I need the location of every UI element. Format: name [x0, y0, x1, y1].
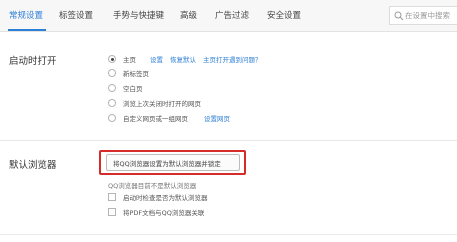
tab-ad-filter[interactable]: 广告过滤: [215, 9, 249, 21]
option-label: 新标签页: [123, 70, 149, 78]
option-label: 自定义网页或一组网页: [123, 115, 188, 123]
checkbox[interactable]: [108, 208, 116, 216]
settings-search-box[interactable]: [389, 6, 457, 25]
active-tab-indicator: [8, 29, 46, 31]
section-divider: [0, 140, 457, 141]
tab-advanced[interactable]: 高级: [180, 9, 197, 21]
radio-button[interactable]: [108, 84, 116, 92]
checkbox-label: 启动时检查是否为默认浏览器: [123, 194, 208, 202]
homepage-settings-link[interactable]: 设置: [150, 54, 163, 64]
settings-search-input[interactable]: [405, 9, 457, 22]
settings-tab-bar: 常规设置 标签设置 手势与快捷键 高级 广告过滤 安全设置: [0, 0, 457, 32]
search-icon: [394, 11, 404, 21]
checkbox-label: 将PDF文档与QQ浏览器关联: [123, 209, 205, 217]
radio-button[interactable]: [108, 69, 116, 77]
tab-general[interactable]: 常规设置: [9, 9, 43, 21]
option-label: 浏览上次关闭时打开的网页: [123, 100, 201, 108]
homepage-problem-link[interactable]: 主页打开遇到问题？: [203, 54, 262, 64]
startup-section-label: 启动时打开: [9, 56, 57, 67]
default-browser-status: QQ浏览器目前不是默认浏览器: [108, 182, 197, 190]
option-label: 主页: [123, 56, 136, 64]
radio-button[interactable]: [108, 55, 116, 63]
option-label: 空白页: [123, 85, 143, 93]
bottom-divider: [0, 234, 457, 235]
tab-gestures-shortcuts[interactable]: 手势与快捷键: [113, 9, 164, 21]
radio-button[interactable]: [108, 99, 116, 107]
default-browser-section-label: 默认浏览器: [9, 160, 57, 171]
tab-tabs[interactable]: 标签设置: [59, 9, 93, 21]
checkbox[interactable]: [108, 193, 116, 201]
set-default-browser-button[interactable]: 将QQ浏览器设置为默认浏览器并锁定: [106, 154, 240, 171]
set-pages-link[interactable]: 设置网页: [204, 113, 230, 123]
tab-security[interactable]: 安全设置: [267, 9, 301, 21]
radio-button[interactable]: [108, 114, 116, 122]
restore-default-link[interactable]: 恢复默认: [170, 54, 196, 64]
